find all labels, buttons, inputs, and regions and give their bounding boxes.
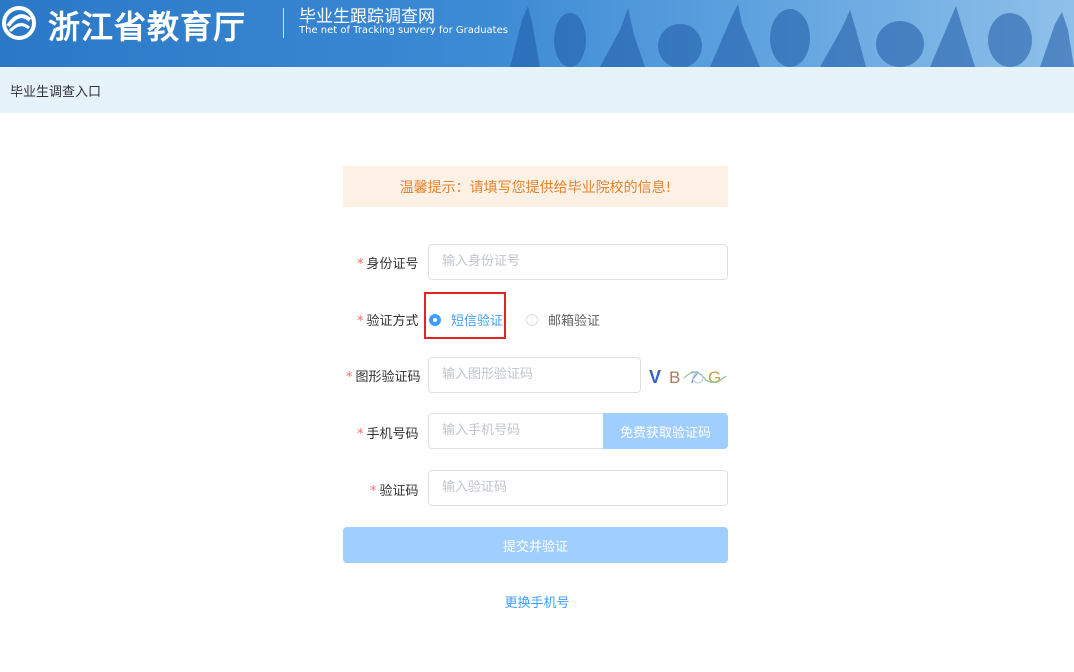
site-name: 毕业生跟踪调查网 xyxy=(299,7,435,27)
tip-banner: 温馨提示：请填写您提供给毕业院校的信息! xyxy=(343,166,728,207)
change-phone-link[interactable]: 更换手机号 xyxy=(504,596,569,611)
required-mark: * xyxy=(346,370,353,385)
svg-text:V: V xyxy=(649,367,661,387)
submit-button[interactable]: 提交并验证 xyxy=(343,527,728,563)
required-mark: * xyxy=(357,257,364,272)
required-mark: * xyxy=(357,427,364,442)
id-card-input[interactable]: 输入身份证号 xyxy=(428,244,728,280)
get-sms-code-button[interactable]: 免费获取验证码 xyxy=(603,413,728,449)
phone-input[interactable]: 输入手机号码 xyxy=(428,413,604,449)
svg-text:7: 7 xyxy=(689,368,699,387)
captcha-image[interactable]: V B 7 G xyxy=(646,362,728,390)
captcha-label: * 图形验证码 xyxy=(346,370,421,385)
breadcrumb-title: 毕业生调查入口 xyxy=(10,85,102,100)
radio-unchecked-icon xyxy=(526,313,538,326)
captcha-input[interactable]: 输入图形验证码 xyxy=(428,357,641,393)
breadcrumb-bar: 毕业生调查入口 xyxy=(0,67,1074,113)
phone-label: * 手机号码 xyxy=(357,427,419,442)
highlight-annotation-box xyxy=(424,292,506,339)
logo-icon xyxy=(2,6,36,40)
captcha-placeholder: 输入图形验证码 xyxy=(442,367,534,382)
svg-text:B: B xyxy=(669,368,680,387)
code-placeholder: 输入验证码 xyxy=(442,480,508,495)
id-card-placeholder: 输入身份证号 xyxy=(442,254,521,269)
crowd-silhouette-image xyxy=(510,4,1074,67)
radio-email-verify[interactable]: 邮箱验证 xyxy=(526,310,600,329)
verify-method-label: * 验证方式 xyxy=(357,314,419,329)
site-subtitle: The net of Tracking survery for Graduate… xyxy=(299,25,508,36)
header-divider xyxy=(283,8,284,38)
radio-email-label: 邮箱验证 xyxy=(548,314,601,329)
code-label: * 验证码 xyxy=(370,484,419,499)
svg-text:G: G xyxy=(708,368,721,387)
required-mark: * xyxy=(357,314,364,329)
required-mark: * xyxy=(370,484,377,499)
phone-placeholder: 输入手机号码 xyxy=(442,423,521,438)
org-name: 浙江省教育厅 xyxy=(48,8,247,46)
code-input[interactable]: 输入验证码 xyxy=(428,470,728,506)
header-banner: 浙江省教育厅 毕业生跟踪调查网 The net of Tracking surv… xyxy=(0,0,1074,67)
change-phone-row: 更换手机号 xyxy=(0,592,1074,611)
id-card-label: * 身份证号 xyxy=(357,257,419,272)
